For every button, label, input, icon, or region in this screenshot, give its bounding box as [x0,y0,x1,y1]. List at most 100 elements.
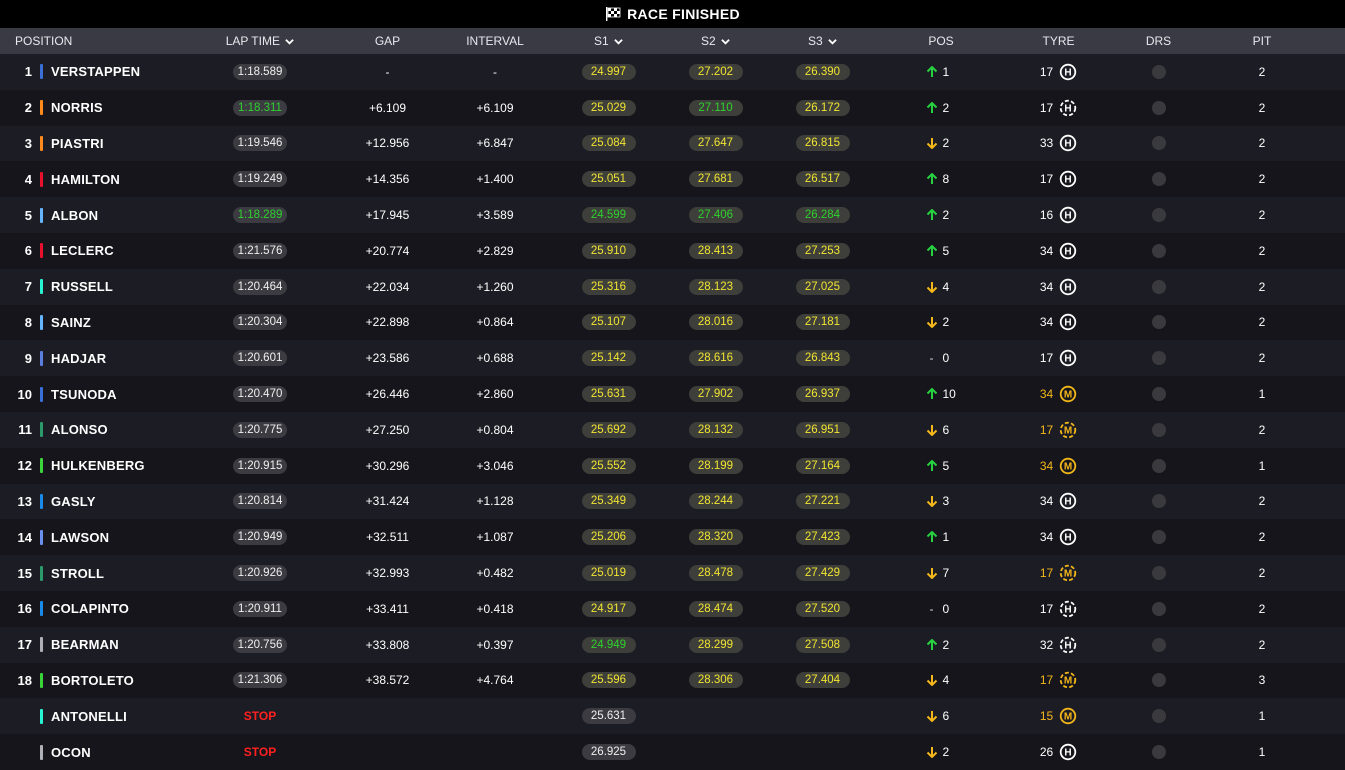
sector-1-time: 25.019 [581,565,636,582]
tyre-age: 33 [1039,136,1054,151]
header-drs[interactable]: DRS [1111,34,1206,48]
header-interval[interactable]: INTERVAL [435,34,555,48]
sector-1-time: 24.917 [581,600,636,617]
interval-value: +4.764 [476,673,514,688]
position-cell: 18 BORTOLETO [0,672,180,688]
table-row[interactable]: 12 HULKENBERG 1:20.915 +30.296 +3.046 25.552 2… [0,447,1345,484]
table-row[interactable]: 17 BEARMAN 1:20.756 +33.808 +0.397 24.949 28.2… [0,626,1345,663]
table-row[interactable]: 7 RUSSELL 1:20.464 +22.034 +1.260 25.316 28.12… [0,268,1345,305]
sector-1-cell: 25.029 [555,99,662,116]
table-row[interactable]: 10 TSUNODA 1:20.470 +26.446 +2.860 25.631 27.9… [0,376,1345,412]
table-row[interactable]: 14 LAWSON 1:20.949 +32.511 +1.087 25.206 28.32… [0,519,1345,556]
header-pos[interactable]: POS [876,34,1006,48]
table-row[interactable]: 4 HAMILTON 1:19.249 +14.356 +1.400 25.051 27.6… [0,161,1345,198]
position-change-cell: 3 [876,494,1006,508]
table-row[interactable]: 1 VERSTAPPEN 1:18.589 - - 24.997 27.202 26.390 1… [0,54,1345,90]
driver-name: LAWSON [51,529,110,545]
team-color-bar [40,207,43,223]
driver-name: VERSTAPPEN [51,64,141,80]
lap-time: 1:20.304 [232,314,288,331]
position-change-value: 8 [942,172,950,187]
sector-3-cell: 26.517 [769,171,876,188]
drs-cell [1111,172,1206,187]
header-s1[interactable]: S1 [555,34,662,48]
tyre-age: 34 [1039,458,1054,473]
table-row[interactable]: 2 NORRIS 1:18.311 +6.109 +6.109 25.029 27.110 2… [0,89,1345,126]
tyre-cell: 34 H [1006,492,1111,510]
table-row[interactable]: 9 HADJAR 1:20.601 +23.586 +0.688 25.142 28.616… [0,340,1345,377]
tyre-age: 26 [1039,745,1054,760]
pit-stops-value: 2 [1258,136,1266,151]
sector-3-cell: 26.815 [769,135,876,152]
table-row[interactable]: 16 COLAPINTO 1:20.911 +33.411 +0.418 24.917 28… [0,590,1345,627]
header-gap[interactable]: GAP [340,34,435,48]
tyre-cell: 17 H [1006,170,1111,188]
tyre-compound-icon: H [1059,99,1077,116]
sector-1-time: 25.631 [581,708,636,725]
position-number: 9 [24,350,32,366]
tyre-compound-icon: H [1059,278,1077,295]
sector-3-time: 27.221 [795,493,850,510]
table-row[interactable]: 15 STROLL 1:20.926 +32.993 +0.482 25.019 28.47… [0,555,1345,591]
tyre-cell: 17 M [1006,564,1111,582]
lap-time-cell: 1:20.949 [180,529,340,546]
header-tyre[interactable]: TYRE [1006,34,1111,48]
tyre-age: 17 [1039,566,1054,581]
table-row[interactable]: OCON STOP 26.925 2 26 H 1 [0,734,1345,770]
stop-status: STOP [243,709,277,724]
tyre-age: 17 [1039,64,1054,79]
header-lap-time[interactable]: LAP TIME [180,34,340,48]
drs-cell [1111,494,1206,509]
driver-name: NORRIS [51,100,103,116]
position-change-value: 2 [942,100,950,115]
position-number: 8 [24,314,32,330]
drs-cell [1111,601,1206,616]
table-row[interactable]: 3 PIASTRI 1:19.546 +12.956 +6.847 25.084 27.64… [0,125,1345,162]
table-row[interactable]: 5 ALBON 1:18.289 +17.945 +3.589 24.599 27.406 2… [0,197,1345,233]
team-color-bar [40,350,43,366]
sector-2-cell: 28.413 [662,242,769,259]
sector-1-cell: 25.631 [555,708,662,725]
pit-stops-value: 2 [1258,351,1266,366]
header-position[interactable]: POSITION [0,34,180,48]
header-s3-label: S3 [807,34,823,48]
header-s3[interactable]: S3 [769,34,876,48]
tyre-compound-icon: H [1059,636,1077,653]
tyre-compound-icon: M [1059,672,1077,689]
pit-stops-value: 2 [1258,279,1266,294]
sector-1-cell: 25.349 [555,493,662,510]
table-row[interactable]: 6 LECLERC 1:21.576 +20.774 +2.829 25.910 28.41… [0,232,1345,269]
sector-3-time: 27.520 [795,600,850,617]
position-change-value: 10 [942,387,956,402]
drs-indicator-icon [1151,422,1166,437]
drs-indicator-icon [1151,458,1166,473]
sector-2-time: 27.902 [688,386,743,403]
stop-status: STOP [243,745,277,760]
sector-2-cell: 27.681 [662,171,769,188]
header-pit[interactable]: PIT [1206,34,1318,48]
title-bar: RACE FINISHED [0,0,1345,28]
table-row[interactable]: 13 GASLY 1:20.814 +31.424 +1.128 25.349 28.244… [0,483,1345,520]
svg-text:H: H [1065,246,1072,257]
sector-3-time: 27.423 [795,529,850,546]
driver-name: STROLL [51,565,105,581]
drs-indicator-icon [1151,745,1166,760]
table-row[interactable]: 8 SAINZ 1:20.304 +22.898 +0.864 25.107 28.016 2… [0,304,1345,341]
team-color-bar [40,672,43,688]
driver-name: PIASTRI [51,135,104,151]
lap-time: 1:20.915 [232,457,288,474]
gap-value: +26.446 [365,387,410,402]
position-change-cell: 4 [876,280,1006,294]
sector-3-time: 27.181 [795,314,850,331]
gap-value: - [385,64,390,79]
lap-time: 1:18.289 [232,207,288,224]
gap-value: +6.109 [368,100,407,115]
header-s2[interactable]: S2 [662,34,769,48]
table-row[interactable]: ANTONELLI STOP 25.631 6 15 M 1 [0,698,1345,735]
table-row[interactable]: 18 BORTOLETO 1:21.306 +38.572 +4.764 25.596 28… [0,662,1345,699]
sector-3-time: 26.951 [795,421,850,438]
position-change-cell: 7 [876,566,1006,580]
tyre-age: 17 [1039,422,1054,437]
table-row[interactable]: 11 ALONSO 1:20.775 +27.250 +0.804 25.692 28.13… [0,411,1345,448]
team-color-bar [40,708,43,724]
